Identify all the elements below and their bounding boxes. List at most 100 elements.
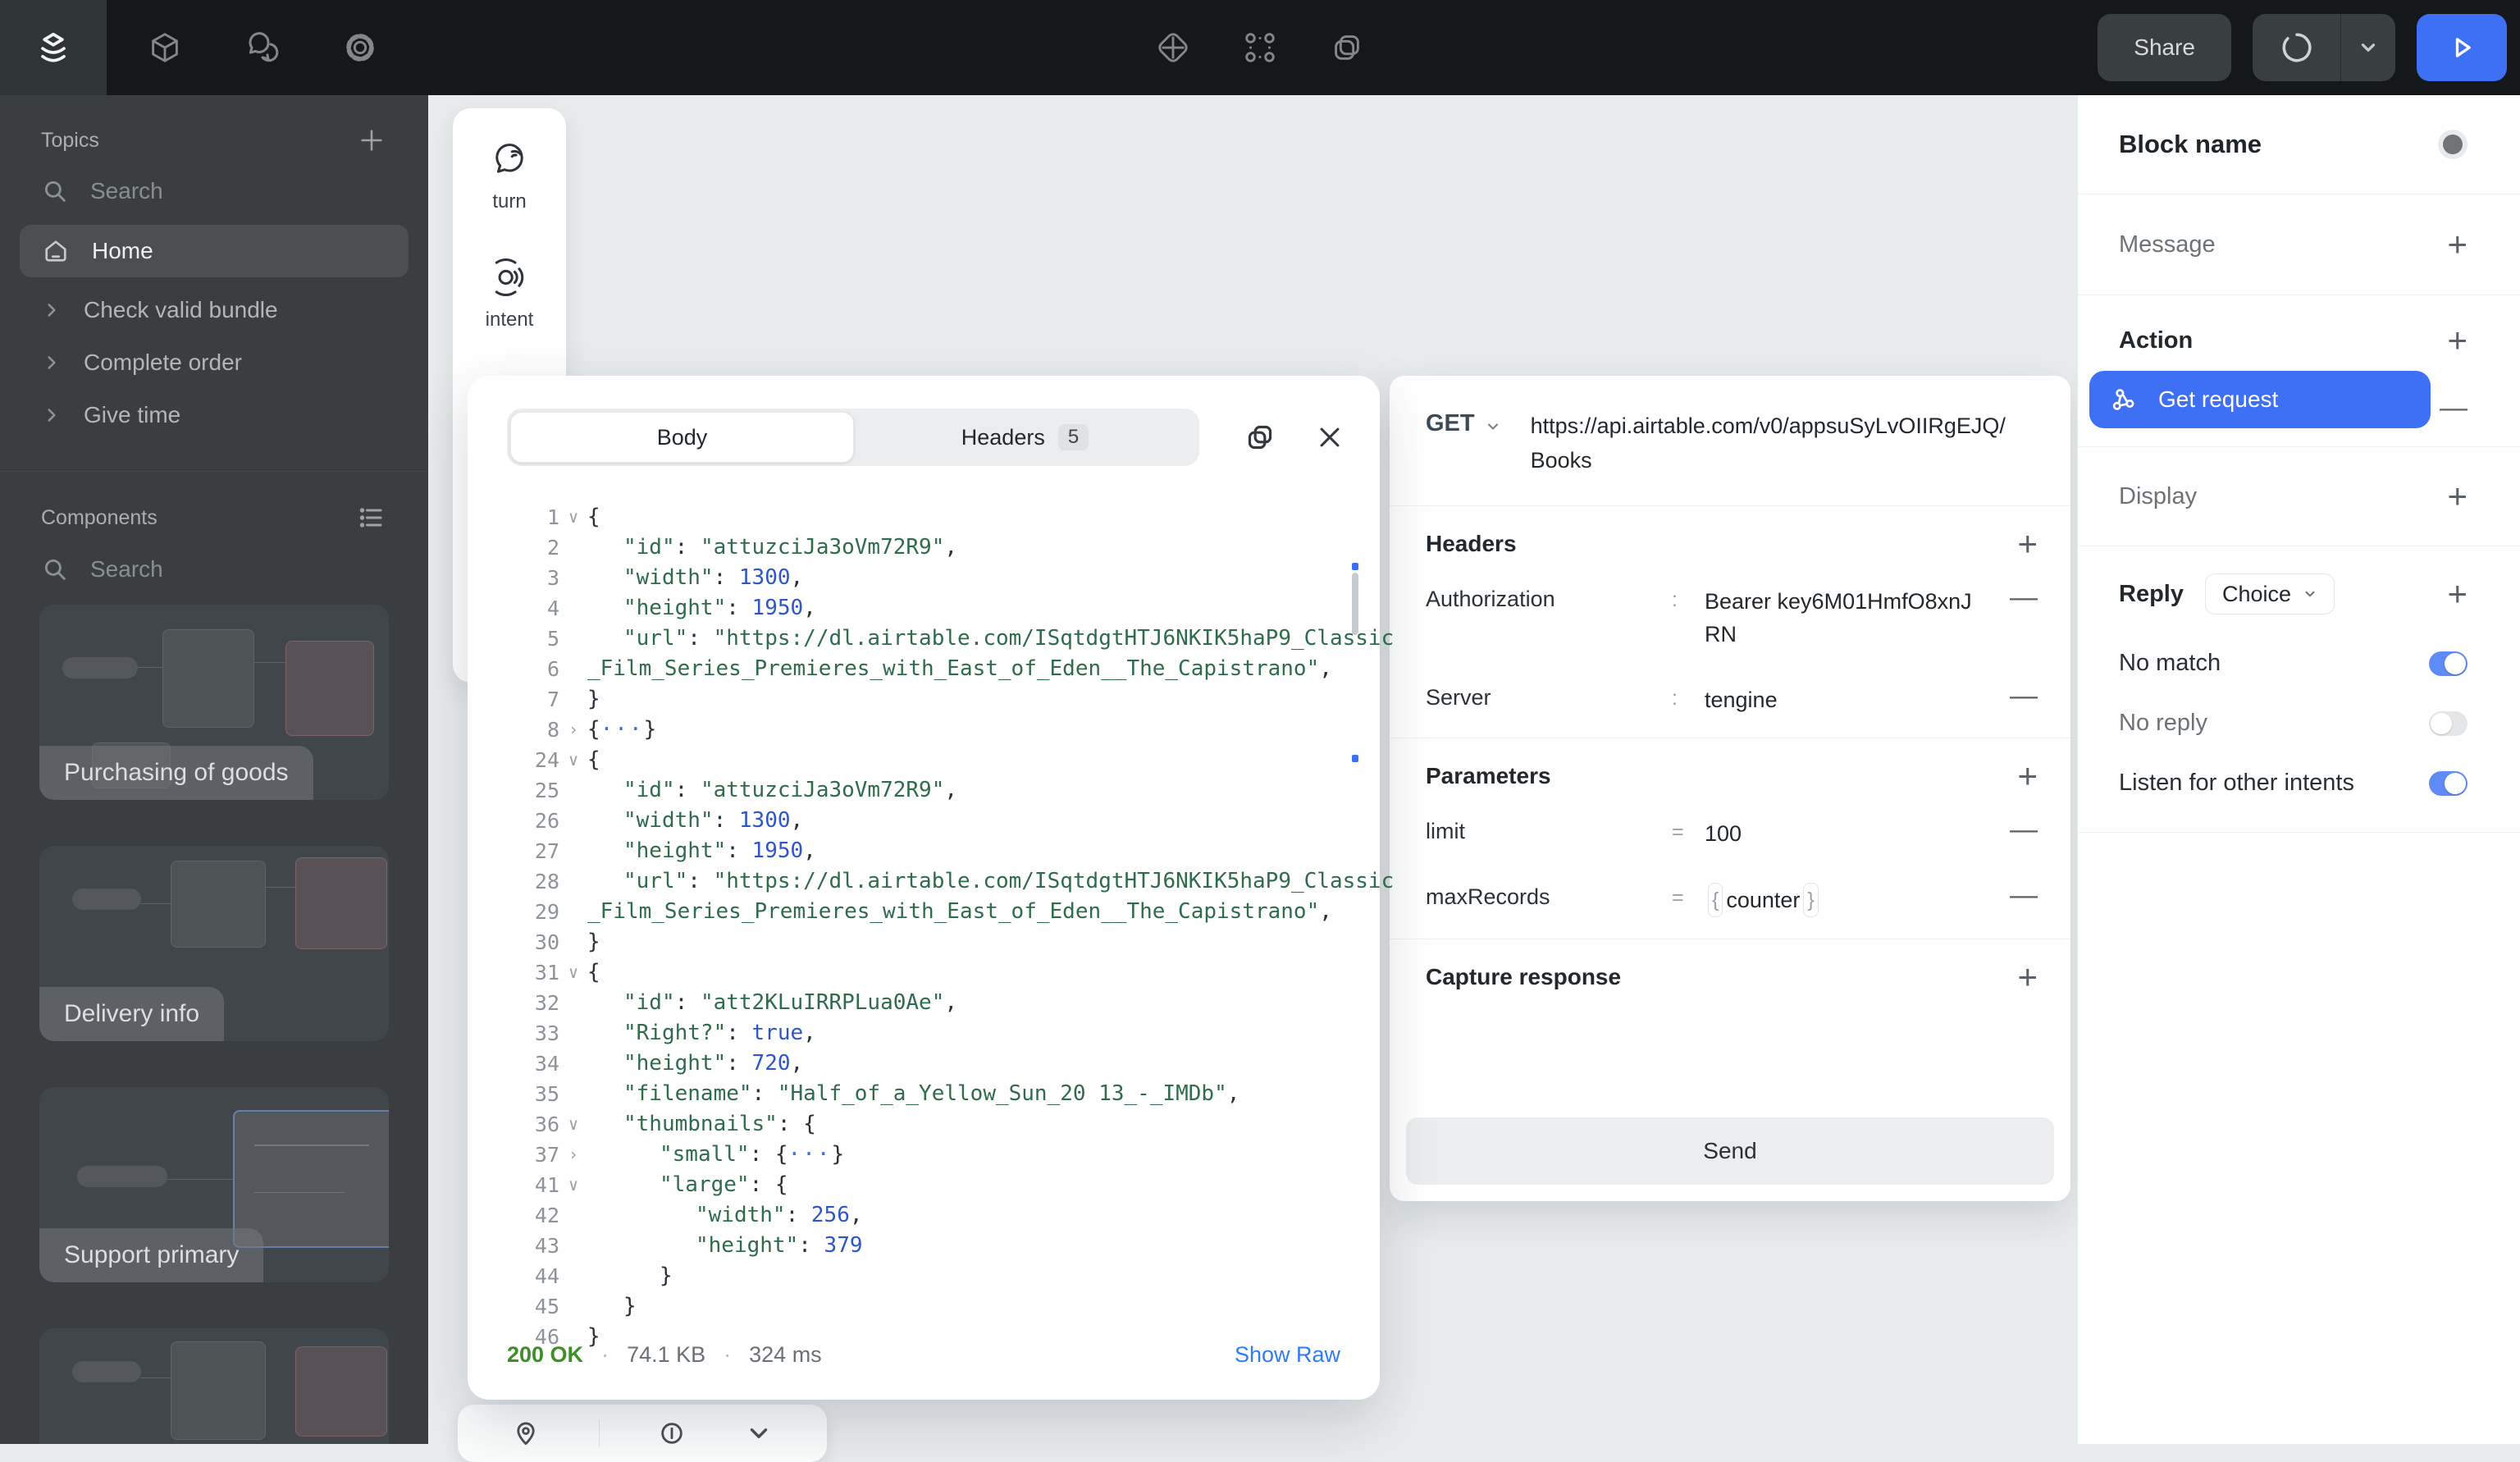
fold-caret-icon[interactable]: ∨ [559, 1109, 587, 1140]
fold-caret-icon[interactable] [559, 1079, 587, 1109]
cube-icon[interactable] [146, 29, 184, 66]
run-options-chevron-icon[interactable] [2341, 14, 2395, 81]
remove-parameter-button[interactable]: — [2010, 816, 2038, 843]
response-body-code[interactable]: 1 ∨{2 "id": "attuzciJa3oVm72R9", 3 "width": … [468, 466, 1394, 1352]
header-value[interactable]: tengine [1705, 683, 1980, 716]
reply-type-select[interactable]: Choice [2204, 573, 2335, 614]
fold-caret-icon[interactable] [559, 1261, 587, 1291]
fold-caret-icon[interactable] [559, 563, 587, 593]
fold-caret-icon[interactable] [559, 1291, 587, 1322]
add-capture-button[interactable]: + [2017, 960, 2038, 994]
remove-parameter-button[interactable]: — [2010, 881, 2038, 909]
component-card[interactable] [39, 1328, 389, 1444]
fold-caret-icon[interactable] [559, 654, 587, 684]
run-play-button[interactable] [2417, 14, 2507, 81]
header-value[interactable]: Bearer key6M01HmfO8xnJRN [1705, 585, 1980, 651]
fold-caret-icon[interactable]: › [559, 1140, 587, 1170]
code-line: 5 "url": "https://dl.airtable.com/ISqtdgt… [507, 624, 1394, 654]
fold-caret-icon[interactable] [559, 897, 587, 927]
palette-item-intent[interactable]: intent [486, 256, 533, 331]
parameter-key[interactable]: maxRecords [1426, 883, 1672, 910]
prototype-diamond-icon[interactable] [1154, 29, 1192, 66]
toggle-row: Listen for other intents [2078, 753, 2520, 813]
parameter-value[interactable]: 100 [1705, 817, 1980, 850]
fold-caret-icon[interactable] [559, 836, 587, 866]
remove-action-button[interactable]: — [2440, 394, 2468, 422]
chevron-down-icon[interactable] [745, 1419, 773, 1447]
palette-item-turn[interactable]: turn [488, 138, 531, 213]
add-message-button[interactable]: + [2447, 227, 2468, 262]
fold-caret-icon[interactable]: ∨ [559, 957, 587, 988]
get-request-action-button[interactable]: Get request [2089, 371, 2431, 428]
fold-caret-icon[interactable] [559, 988, 587, 1018]
parameter-key[interactable]: limit [1426, 817, 1672, 844]
topics-search-input[interactable]: Search [0, 162, 428, 220]
header-key[interactable]: Server [1426, 683, 1672, 710]
run-status-icon[interactable] [2253, 14, 2341, 81]
scrollbar-thumb[interactable] [1352, 573, 1358, 635]
copy-response-icon[interactable] [1244, 421, 1276, 454]
map-pin-icon[interactable] [512, 1419, 540, 1447]
modal-scrollbar[interactable] [1352, 376, 1358, 1400]
remove-header-button[interactable]: — [2010, 583, 2038, 611]
component-card[interactable]: Support primary [39, 1087, 389, 1282]
remove-header-button[interactable]: — [2010, 682, 2038, 710]
share-button[interactable]: Share [2098, 14, 2231, 81]
add-display-button[interactable]: + [2447, 479, 2468, 514]
fold-caret-icon[interactable] [559, 684, 587, 715]
fold-caret-icon[interactable]: ∨ [559, 1170, 587, 1200]
parameter-value[interactable]: {counter} [1705, 883, 1980, 917]
add-reply-button[interactable]: + [2447, 577, 2468, 611]
fold-caret-icon[interactable] [559, 775, 587, 806]
add-header-button[interactable]: + [2017, 527, 2038, 561]
select-points-icon[interactable] [1241, 29, 1279, 66]
fold-caret-icon[interactable] [559, 624, 587, 654]
fold-caret-icon[interactable] [559, 806, 587, 836]
add-topic-button[interactable] [358, 126, 386, 154]
components-search-input[interactable]: Search [0, 541, 428, 598]
toggle-label: No reply [2119, 710, 2207, 736]
header-key[interactable]: Authorization [1426, 585, 1672, 612]
send-button[interactable]: Send [1406, 1117, 2054, 1185]
toggle-switch[interactable] [2429, 770, 2468, 796]
conversations-icon[interactable] [243, 28, 282, 67]
toggle-label: No match [2119, 650, 2221, 676]
fold-caret-icon[interactable]: ∨ [559, 502, 587, 532]
fold-caret-icon[interactable] [559, 866, 587, 897]
variable-chip[interactable]: {counter} [1705, 883, 1822, 917]
url-input[interactable]: https://api.airtable.com/v0/appsuSyLvOII… [1531, 409, 2006, 477]
settings-gear-icon[interactable] [341, 29, 379, 66]
fold-caret-icon[interactable] [559, 532, 587, 563]
toggle-switch[interactable] [2429, 710, 2468, 736]
component-card[interactable]: Purchasing of goods [39, 605, 389, 800]
show-raw-link[interactable]: Show Raw [1235, 1342, 1340, 1368]
block-color-radio[interactable] [2438, 130, 2468, 159]
flow-canvas[interactable]: turn intent l( nf [428, 95, 2077, 1462]
components-list-view-icon[interactable] [356, 503, 386, 532]
add-parameter-button[interactable]: + [2017, 759, 2038, 793]
fold-caret-icon[interactable] [559, 1049, 587, 1079]
fold-caret-icon[interactable] [559, 1200, 587, 1231]
sidebar-topic-item[interactable]: Give time [20, 391, 409, 440]
sidebar-item-home[interactable]: Home [20, 225, 409, 277]
fold-caret-icon[interactable]: ∨ [559, 745, 587, 775]
fold-caret-icon[interactable] [559, 593, 587, 624]
tab-headers[interactable]: Headers 5 [854, 412, 1196, 463]
fold-caret-icon[interactable] [559, 927, 587, 957]
method-select[interactable]: GET [1426, 409, 1501, 477]
close-icon[interactable] [1316, 423, 1344, 451]
code-token: 720 [751, 1051, 791, 1076]
fold-caret-icon[interactable] [559, 1231, 587, 1261]
add-action-button[interactable]: + [2447, 323, 2468, 358]
fold-caret-icon[interactable]: › [559, 715, 587, 745]
component-card[interactable]: Delivery info [39, 846, 389, 1041]
app-logo[interactable] [0, 0, 107, 95]
zoom-reset-icon[interactable] [658, 1419, 686, 1447]
sidebar-topic-item[interactable]: Complete order [20, 338, 409, 387]
copy-layers-icon[interactable] [1328, 29, 1366, 66]
sidebar-topic-item[interactable]: Check valid bundle [20, 286, 409, 335]
code-text: "height": 1950, [587, 836, 816, 866]
fold-caret-icon[interactable] [559, 1018, 587, 1049]
toggle-switch[interactable] [2429, 651, 2468, 676]
tab-body[interactable]: Body [510, 412, 854, 463]
